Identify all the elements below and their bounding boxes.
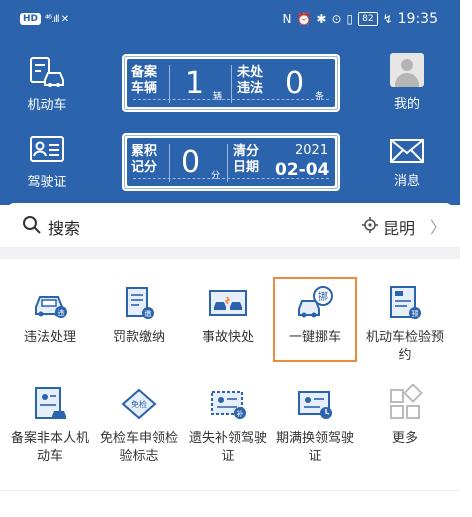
inspection-appointment-icon: 预 bbox=[390, 286, 421, 319]
svg-text:缴: 缴 bbox=[145, 309, 152, 318]
service-label: 机动车检验预约 bbox=[365, 330, 444, 363]
service-accident-quick[interactable]: 事故快处 bbox=[183, 283, 273, 347]
service-label: 违法处理 bbox=[23, 330, 76, 345]
nfc-icon: N bbox=[282, 12, 292, 26]
license-card-plate: 累积记分 0 分 清分日期 2021 02-04 bbox=[127, 138, 335, 186]
unhandled-violations-label: 未处违法 bbox=[237, 65, 264, 96]
license-entry[interactable]: 驾驶证 bbox=[12, 135, 82, 190]
city-selector[interactable]: 昆明 bbox=[383, 215, 415, 239]
bottom-divider bbox=[0, 490, 460, 491]
service-label: 更多 bbox=[391, 431, 418, 446]
register-vehicle-icon bbox=[35, 387, 66, 419]
clear-date-month-day: 02-04 bbox=[275, 160, 330, 180]
search-bar: 搜索 昆明 〉 bbox=[8, 203, 452, 247]
hd-badge: HD bbox=[20, 13, 42, 25]
exempt-sticker-icon: 免检 bbox=[121, 388, 157, 420]
renew-license-icon bbox=[298, 391, 332, 419]
header-panel: HD ⁴⁶.ıll ✕ N ⏰ ✱ ⊙ ▯ 82 ↯ 19:35 机动车 驾驶证… bbox=[0, 0, 460, 205]
more-grid-icon bbox=[390, 384, 423, 419]
accumulated-points-value: 0 bbox=[181, 145, 201, 180]
service-more[interactable]: 更多 bbox=[360, 384, 450, 448]
vehicle-summary-card[interactable]: 备案车辆 1 辆 未处违法 0 条 bbox=[122, 54, 340, 112]
service-fine-payment[interactable]: 缴 罚款缴纳 bbox=[94, 283, 184, 347]
service-label: 期满换领驾驶证 bbox=[275, 431, 354, 464]
license-summary-card[interactable]: 累积记分 0 分 清分日期 2021 02-04 bbox=[122, 133, 340, 191]
search-icon[interactable] bbox=[22, 215, 42, 235]
lost-license-icon: 补 bbox=[211, 391, 246, 419]
messages-label: 消息 bbox=[393, 174, 420, 189]
service-lost-license[interactable]: 补 遗失补领驾驶证 bbox=[183, 384, 273, 466]
vibrate-icon: ▯ bbox=[346, 12, 354, 26]
vehicles-label: 机动车 bbox=[27, 98, 67, 113]
svg-text:违: 违 bbox=[58, 309, 65, 317]
status-left: HD ⁴⁶.ıll ✕ bbox=[20, 13, 69, 25]
card-separator bbox=[169, 144, 170, 182]
service-label: 遗失补领驾驶证 bbox=[188, 431, 267, 464]
messages-entry[interactable]: 消息 bbox=[372, 138, 442, 189]
card-separator bbox=[169, 65, 170, 103]
unhandled-violations-count: 0 bbox=[285, 66, 305, 101]
alarm-icon: ⏰ bbox=[296, 12, 312, 26]
charging-icon: ↯ bbox=[382, 12, 393, 26]
license-label: 驾驶证 bbox=[27, 175, 67, 190]
license-icon bbox=[30, 136, 64, 162]
plate-strip bbox=[133, 99, 329, 103]
service-label: 免检车申领检验标志 bbox=[99, 431, 178, 464]
service-move-car[interactable]: 挪 一键挪车 bbox=[270, 283, 360, 347]
battery-icon: 82 bbox=[358, 12, 378, 26]
locate-icon[interactable] bbox=[362, 217, 378, 233]
status-time: 19:35 bbox=[397, 11, 438, 27]
move-car-icon: 挪 bbox=[298, 286, 333, 318]
violation-car-icon: 违 bbox=[35, 296, 67, 318]
clear-date-label: 清分日期 bbox=[233, 144, 260, 175]
fine-payment-icon: 缴 bbox=[126, 287, 154, 319]
section-divider bbox=[0, 247, 460, 259]
vehicle-card-plate: 备案车辆 1 辆 未处违法 0 条 bbox=[127, 59, 335, 107]
service-label: 备案非本人机动车 bbox=[10, 431, 89, 464]
registered-vehicles-count: 1 bbox=[185, 66, 205, 101]
card-separator bbox=[227, 144, 228, 182]
service-register-vehicle[interactable]: 备案非本人机动车 bbox=[5, 384, 95, 466]
chevron-right-icon[interactable]: 〉 bbox=[430, 214, 446, 238]
avatar-icon bbox=[390, 53, 424, 87]
app-screen: HD ⁴⁶.ıll ✕ N ⏰ ✱ ⊙ ▯ 82 ↯ 19:35 机动车 驾驶证… bbox=[0, 0, 472, 517]
svg-text:免检: 免检 bbox=[131, 399, 147, 409]
service-exempt-sticker[interactable]: 免检 免检车申领检验标志 bbox=[94, 384, 184, 466]
location-icon: ⊙ bbox=[331, 12, 342, 26]
plate-strip bbox=[133, 178, 329, 182]
status-bar: HD ⁴⁶.ıll ✕ N ⏰ ✱ ⊙ ▯ 82 ↯ 19:35 bbox=[0, 0, 460, 40]
search-label[interactable]: 搜索 bbox=[48, 215, 80, 239]
service-inspection-appointment[interactable]: 预 机动车检验预约 bbox=[360, 283, 450, 365]
service-violation-handling[interactable]: 违 违法处理 bbox=[5, 283, 95, 347]
svg-text:补: 补 bbox=[237, 409, 244, 418]
service-label: 罚款缴纳 bbox=[112, 330, 165, 345]
accumulated-points-label: 累积记分 bbox=[131, 144, 158, 175]
clear-date-year: 2021 bbox=[295, 143, 329, 158]
card-separator bbox=[231, 65, 232, 103]
my-profile-label: 我的 bbox=[393, 97, 420, 112]
car-icon bbox=[30, 57, 64, 87]
vehicles-entry[interactable]: 机动车 bbox=[12, 56, 82, 113]
svg-text:预: 预 bbox=[412, 309, 419, 318]
my-profile-entry[interactable]: 我的 bbox=[372, 53, 442, 112]
registered-vehicles-label: 备案车辆 bbox=[131, 65, 158, 96]
status-right: N ⏰ ✱ ⊙ ▯ 82 ↯ 19:35 bbox=[282, 11, 438, 27]
signal-icon: ⁴⁶.ıll ✕ bbox=[45, 13, 69, 25]
service-label: 一键挪车 bbox=[288, 330, 341, 345]
accident-icon bbox=[209, 290, 247, 316]
bluetooth-icon: ✱ bbox=[316, 12, 327, 26]
svg-text:挪: 挪 bbox=[318, 290, 328, 303]
service-label: 事故快处 bbox=[201, 330, 254, 345]
mail-icon bbox=[390, 139, 424, 163]
service-renew-license[interactable]: 期满换领驾驶证 bbox=[270, 384, 360, 466]
